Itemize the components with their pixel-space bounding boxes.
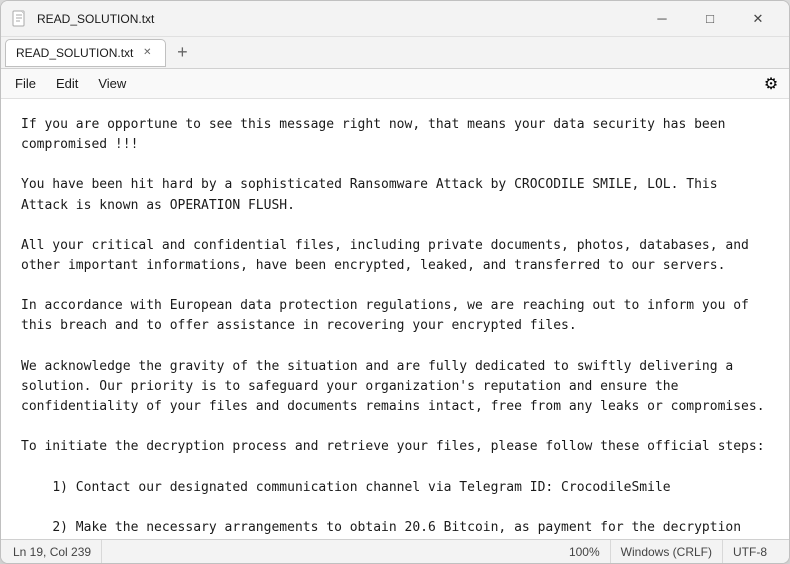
tab-bar: READ_SOLUTION.txt ✕ +	[1, 37, 789, 69]
title-bar: READ_SOLUTION.txt ─ □ ✕	[1, 1, 789, 37]
settings-button[interactable]: ⚙	[757, 70, 785, 98]
line-ending: Windows (CRLF)	[611, 540, 723, 563]
tab-title: READ_SOLUTION.txt	[16, 46, 133, 60]
editor-area[interactable]: If you are opportune to see this message…	[1, 99, 789, 539]
window-controls: ─ □ ✕	[639, 4, 781, 34]
gear-icon: ⚙	[764, 74, 778, 94]
new-tab-button[interactable]: +	[168, 39, 196, 67]
editor-content: If you are opportune to see this message…	[21, 115, 769, 539]
menu-view[interactable]: View	[88, 72, 136, 95]
notepad-window: READ_SOLUTION.txt ─ □ ✕ READ_SOLUTION.tx…	[0, 0, 790, 564]
file-tab[interactable]: READ_SOLUTION.txt ✕	[5, 39, 166, 67]
file-icon	[11, 10, 29, 28]
encoding: UTF-8	[723, 540, 777, 563]
maximize-button[interactable]: □	[687, 4, 733, 34]
status-bar: Ln 19, Col 239 100% Windows (CRLF) UTF-8	[1, 539, 789, 563]
zoom-level: 100%	[559, 540, 611, 563]
cursor-position: Ln 19, Col 239	[13, 540, 102, 563]
window-title: READ_SOLUTION.txt	[37, 12, 639, 26]
close-button[interactable]: ✕	[735, 4, 781, 34]
minimize-button[interactable]: ─	[639, 4, 685, 34]
menu-file[interactable]: File	[5, 72, 46, 95]
tab-close-icon[interactable]: ✕	[139, 45, 155, 61]
menu-bar: File Edit View ⚙	[1, 69, 789, 99]
menu-edit[interactable]: Edit	[46, 72, 88, 95]
